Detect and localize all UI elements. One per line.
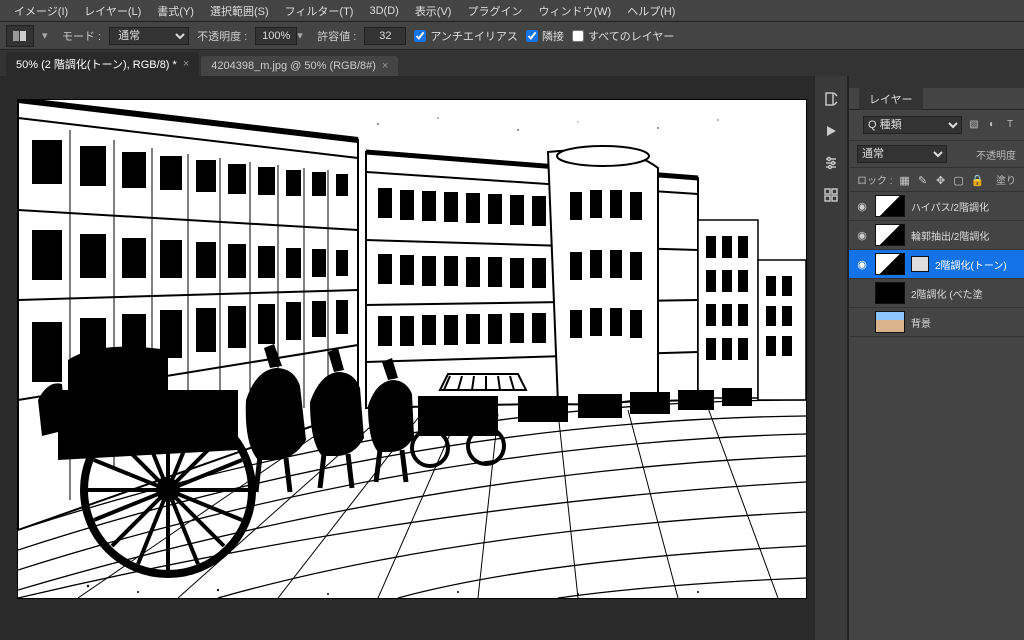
- layers-panel: レイヤー Q 種類 ▧ ◐ T 通常 不透明度 ロック : ▦ ✎ ✥ ▢ 🔒 …: [848, 76, 1024, 640]
- chevron-down-icon[interactable]: ▾: [42, 29, 54, 42]
- layer-row[interactable]: ◉ 輪郭抽出/2階調化: [849, 221, 1024, 250]
- layer-thumb[interactable]: [875, 195, 905, 217]
- lock-pixels-icon[interactable]: ▦: [899, 174, 911, 186]
- layer-thumb[interactable]: [875, 224, 905, 246]
- adjustments-icon[interactable]: [821, 154, 841, 172]
- mode-label: モード :: [62, 28, 101, 44]
- menu-item[interactable]: 3D(D): [361, 5, 406, 17]
- visibility-icon[interactable]: [855, 316, 869, 328]
- opacity-input[interactable]: [255, 27, 297, 45]
- menu-item[interactable]: ウィンドウ(W): [530, 3, 619, 19]
- fill-label: 塗り: [996, 172, 1016, 187]
- doc-tab[interactable]: 4204398_m.jpg @ 50% (RGB/8#)×: [201, 56, 398, 76]
- mode-select[interactable]: 通常: [109, 27, 189, 45]
- lock-label: ロック :: [857, 172, 893, 187]
- type-filter-icon[interactable]: T: [1004, 119, 1016, 131]
- visibility-icon[interactable]: ◉: [855, 258, 869, 271]
- workspace: レイヤー Q 種類 ▧ ◐ T 通常 不透明度 ロック : ▦ ✎ ✥ ▢ 🔒 …: [0, 76, 1024, 640]
- layer-mask-thumb[interactable]: [911, 256, 929, 272]
- lock-all-icon[interactable]: 🔒: [971, 174, 983, 186]
- close-icon[interactable]: ×: [382, 60, 388, 72]
- tool-preset-icon[interactable]: [6, 25, 34, 47]
- antialias-checkbox[interactable]: アンチエイリアス: [414, 28, 518, 44]
- document-tabs: 50% (2 階調化(トーン), RGB/8) *× 4204398_m.jpg…: [0, 50, 1024, 76]
- panel-tab[interactable]: レイヤー: [849, 88, 1024, 110]
- contiguous-checkbox[interactable]: 隣接: [526, 28, 564, 44]
- swatches-icon[interactable]: [821, 186, 841, 204]
- layer-thumb[interactable]: [875, 282, 905, 304]
- menu-item[interactable]: フィルター(T): [277, 3, 362, 19]
- canvas-area[interactable]: [0, 76, 814, 640]
- layer-name: ハイパス/2階調化: [911, 199, 989, 214]
- menubar: イメージ(I) レイヤー(L) 書式(Y) 選択範囲(S) フィルター(T) 3…: [0, 0, 1024, 22]
- collapsed-panels: [814, 76, 848, 640]
- layer-thumb[interactable]: [875, 253, 905, 275]
- menu-item[interactable]: レイヤー(L): [76, 3, 149, 19]
- layer-row[interactable]: 2階調化 (べた塗: [849, 279, 1024, 308]
- layer-name: 2階調化 (べた塗: [911, 286, 983, 301]
- menu-item[interactable]: 書式(Y): [149, 3, 202, 19]
- menu-item[interactable]: 選択範囲(S): [202, 3, 277, 19]
- lock-position-icon[interactable]: ✥: [935, 174, 947, 186]
- tolerance-label: 許容値 :: [317, 28, 356, 44]
- history-icon[interactable]: [821, 90, 841, 108]
- layer-thumb[interactable]: [875, 311, 905, 333]
- doc-tab[interactable]: 50% (2 階調化(トーン), RGB/8) *×: [6, 52, 199, 76]
- visibility-icon[interactable]: [855, 287, 869, 299]
- layer-row[interactable]: ◉ 2階調化(トーン): [849, 250, 1024, 279]
- layer-list: ◉ ハイパス/2階調化 ◉ 輪郭抽出/2階調化 ◉ 2階調化(トーン) 2階調化…: [849, 192, 1024, 640]
- blend-mode-select[interactable]: 通常: [857, 145, 947, 163]
- filter-kind-select[interactable]: Q 種類: [863, 116, 962, 134]
- layer-row[interactable]: 背景: [849, 308, 1024, 337]
- layer-row[interactable]: ◉ ハイパス/2階調化: [849, 192, 1024, 221]
- menu-item[interactable]: イメージ(I): [6, 3, 76, 19]
- visibility-icon[interactable]: ◉: [855, 200, 869, 213]
- layer-name: 輪郭抽出/2階調化: [911, 228, 989, 243]
- lock-brush-icon[interactable]: ✎: [917, 174, 929, 186]
- alllayers-checkbox[interactable]: すべてのレイヤー: [572, 28, 674, 44]
- layer-name: 2階調化(トーン): [935, 257, 1007, 272]
- document-canvas[interactable]: [18, 100, 806, 598]
- pixel-filter-icon[interactable]: ▧: [968, 119, 980, 131]
- tolerance-input[interactable]: [364, 27, 406, 45]
- menu-item[interactable]: プラグイン: [459, 3, 530, 19]
- lock-artboard-icon[interactable]: ▢: [953, 174, 965, 186]
- opacity-label: 不透明度 :: [197, 28, 247, 44]
- opacity-label: 不透明度: [976, 147, 1016, 162]
- play-icon[interactable]: [821, 122, 841, 140]
- adjust-filter-icon[interactable]: ◐: [986, 119, 998, 131]
- menu-item[interactable]: 表示(V): [407, 3, 460, 19]
- chevron-down-icon[interactable]: ▾: [297, 29, 309, 42]
- visibility-icon[interactable]: ◉: [855, 229, 869, 242]
- layer-name: 背景: [911, 315, 931, 330]
- menu-item[interactable]: ヘルプ(H): [619, 3, 683, 19]
- close-icon[interactable]: ×: [183, 58, 189, 70]
- options-bar: ▾ モード : 通常 不透明度 : ▾ 許容値 : アンチエイリアス 隣接 すべ…: [0, 22, 1024, 50]
